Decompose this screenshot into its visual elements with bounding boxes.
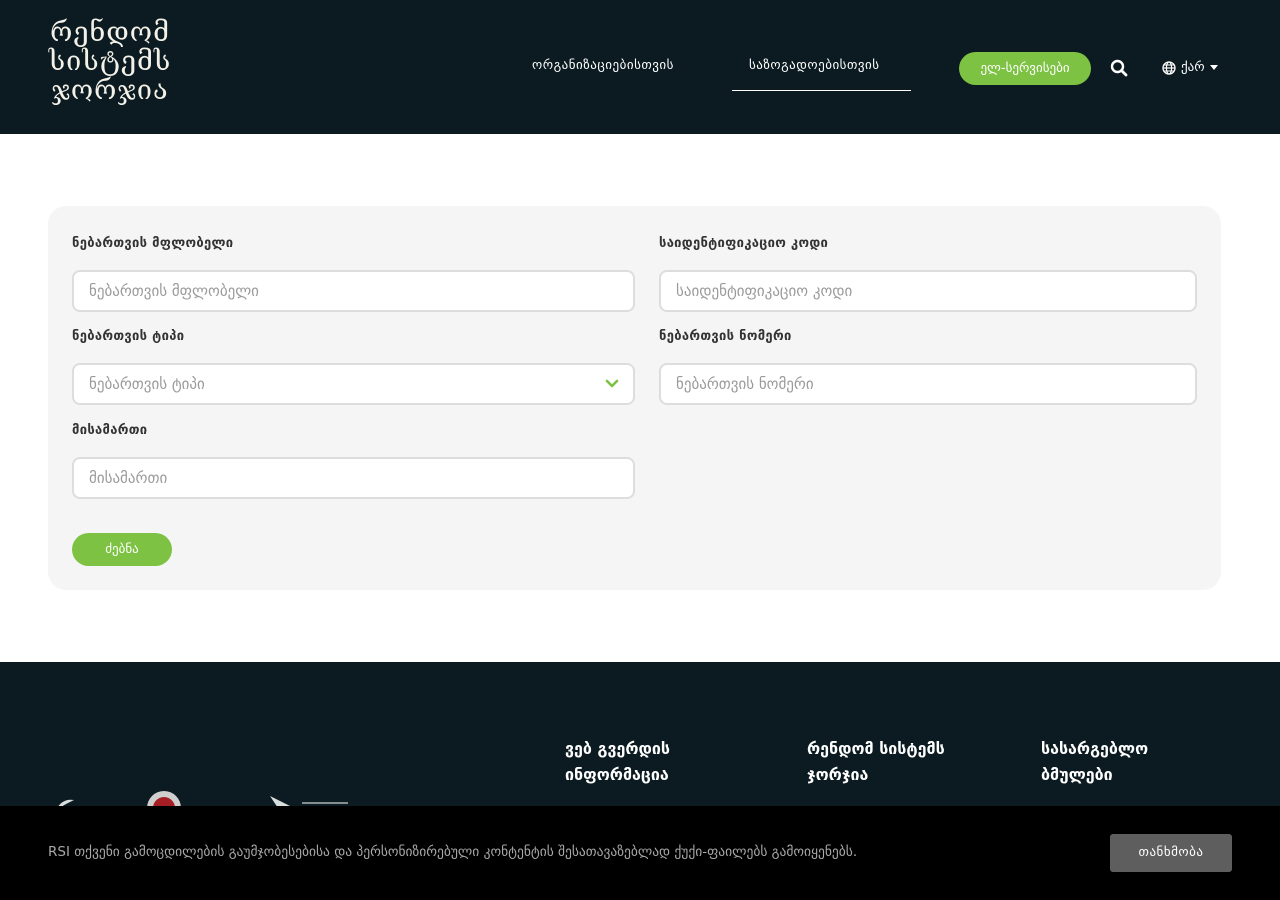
footer-column-website-info[interactable]: ვებ გვერდის ინფორმაცია [565, 736, 670, 788]
language-selector[interactable]: ქარ [1162, 60, 1218, 75]
permit-type-placeholder: ნებართვის ტიპი [89, 375, 205, 393]
id-code-label: საიდენტიფიკაციო კოდი [659, 236, 829, 251]
footer-column-title-line: ჯორჯია [807, 765, 869, 784]
caret-down-icon [1209, 65, 1218, 70]
permit-type-label: ნებართვის ტიპი [72, 329, 185, 344]
address-label: მისამართი [72, 423, 148, 438]
footer-column-title-line: სასარგებლო [1041, 739, 1149, 758]
language-label: ქარ [1181, 60, 1205, 75]
eservices-button[interactable]: ელ-სერვისები [959, 52, 1091, 85]
chevron-down-icon [605, 379, 619, 388]
cookie-banner: RSI თქვენი გამოცდილების გაუმჯობესებისა დ… [0, 806, 1280, 900]
permit-type-select[interactable]: ნებართვის ტიპი [72, 363, 635, 405]
globe-icon [1162, 60, 1176, 75]
nav-society[interactable]: საზოგადოებისთვის [749, 58, 880, 73]
owner-input[interactable] [72, 270, 635, 312]
id-code-input[interactable] [659, 270, 1197, 312]
footer-column-company[interactable]: რენდომ სისტემს ჯორჯია [807, 736, 945, 788]
search-icon[interactable] [1110, 59, 1128, 77]
search-panel: ნებართვის მფლობელი საიდენტიფიკაციო კოდი … [48, 206, 1221, 590]
nav-active-underline [732, 90, 911, 91]
search-button[interactable]: ძებნა [72, 533, 172, 566]
nav-organizations[interactable]: ორგანიზაციებისთვის [532, 58, 674, 73]
cookie-message: RSI თქვენი გამოცდილების გაუმჯობესებისა დ… [48, 844, 858, 860]
permit-number-label: ნებართვის ნომერი [659, 329, 792, 344]
footer-column-title-line: ვებ გვერდის [565, 739, 670, 758]
permit-number-input[interactable] [659, 363, 1197, 405]
footer-column-title-line: რენდომ სისტემს [807, 739, 945, 758]
logo-line-3: ჯორჯია [51, 75, 169, 106]
footer-column-title-line: ბმულები [1041, 765, 1113, 784]
footer-column-useful-links[interactable]: სასარგებლო ბმულები [1041, 736, 1148, 788]
site-header: რენდომ სისტემს ჯორჯია ორგანიზაციებისთვის… [0, 0, 1280, 134]
logo-line-1: რენდომ [50, 17, 170, 48]
footer-column-title-line: ინფორმაცია [565, 765, 669, 784]
address-input[interactable] [72, 457, 635, 499]
cookie-accept-button[interactable]: თანხმობა [1110, 834, 1232, 872]
owner-label: ნებართვის მფლობელი [72, 236, 234, 251]
site-logo[interactable]: რენდომ სისტემს ჯორჯია [40, 18, 180, 105]
logo-line-2: სისტემს [48, 46, 172, 77]
